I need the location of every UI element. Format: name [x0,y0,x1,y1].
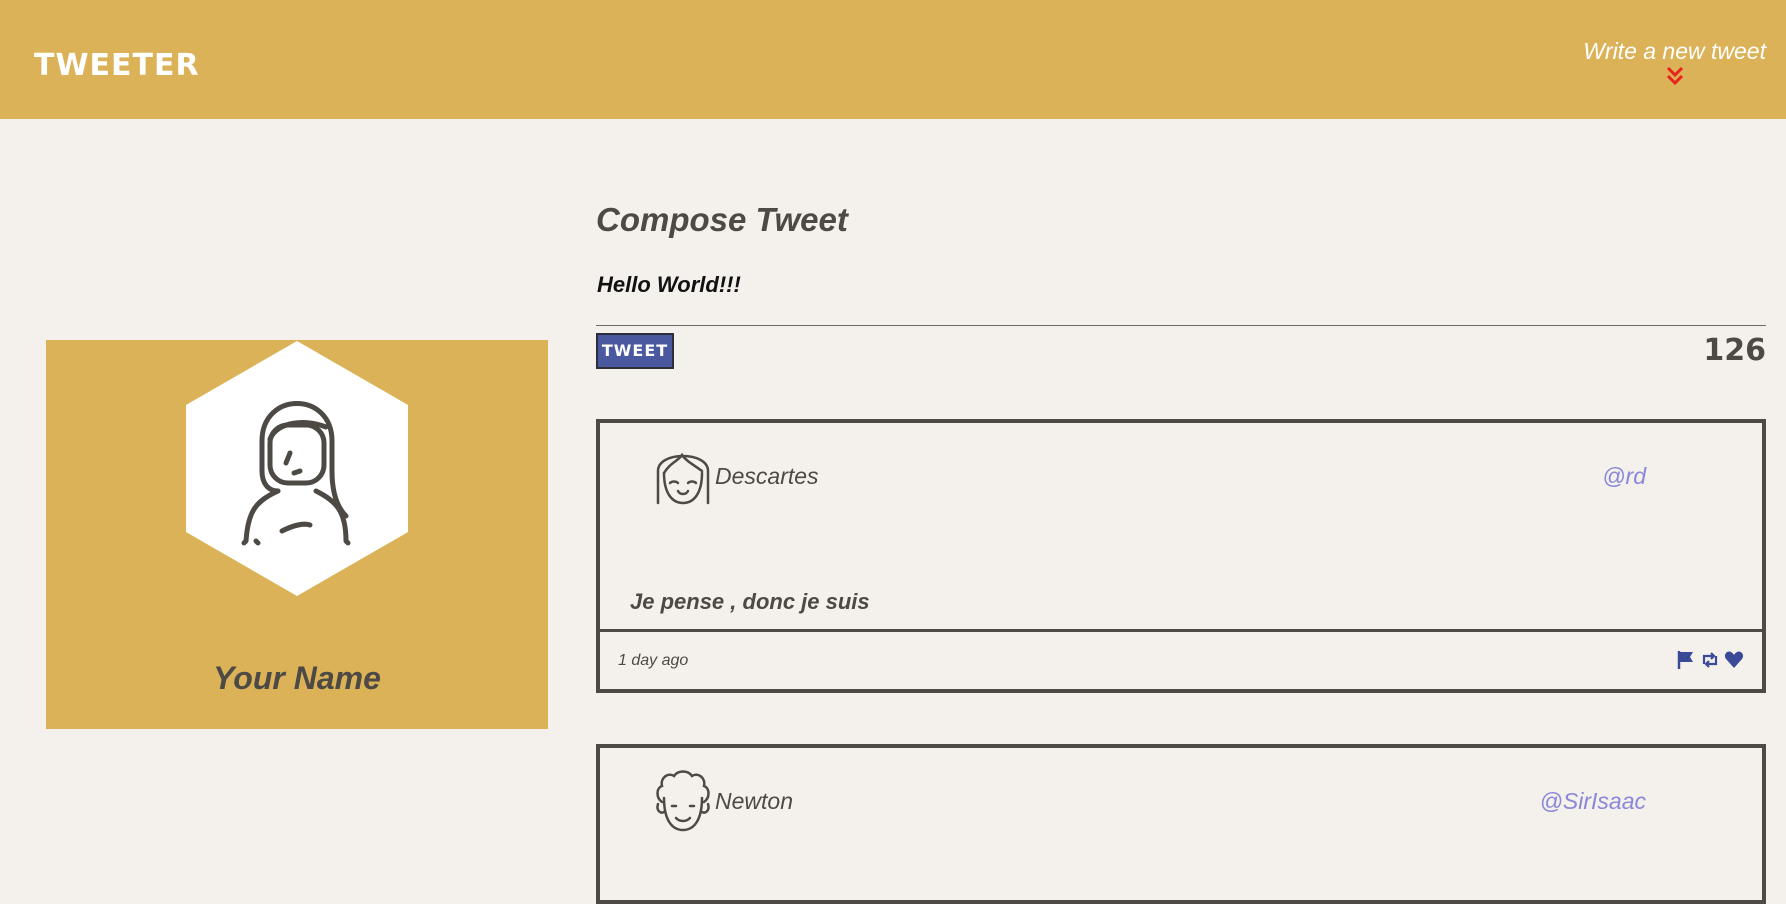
tweet-author-name: Descartes [715,463,819,489]
tweet-body: Je pense , donc je suis [630,589,870,614]
double-chevron-down-icon [1666,66,1683,86]
top-nav: TWEETER Write a new tweet [0,0,1786,119]
user-avatar-icon [656,452,710,505]
profile-card: Your Name [46,340,548,729]
compose-tweet-input[interactable]: Hello World!!! [596,268,1766,326]
profile-avatar [186,341,408,596]
profile-name: Your Name [213,660,381,696]
tweet-footer: 1 day ago [600,629,1762,689]
app-logo[interactable]: TWEETER [34,48,200,84]
tweet-card: Descartes @rd Je pense , donc je suis 1 … [596,419,1766,693]
write-new-tweet-link[interactable]: Write a new tweet [1583,36,1766,86]
compose-input-value: Hello World!!! [597,272,741,297]
heart-icon[interactable] [1724,650,1744,670]
tweet-author-name: Newton [715,788,793,814]
tweet-actions [1676,650,1744,672]
tweet-card: Newton @SirIsaac [596,744,1766,904]
character-counter: 126 [1703,333,1766,368]
compose-title: Compose Tweet [596,201,848,238]
tweet-author-handle[interactable]: @rd [1602,461,1646,491]
tweet-button[interactable]: TWEET [596,333,674,369]
tweet-timestamp: 1 day ago [618,652,689,669]
user-avatar-icon [656,770,710,832]
tweet-author-handle[interactable]: @SirIsaac [1540,786,1646,816]
flag-icon[interactable] [1676,650,1696,670]
retweet-icon[interactable] [1700,650,1720,670]
write-new-tweet-label: Write a new tweet [1583,38,1766,64]
